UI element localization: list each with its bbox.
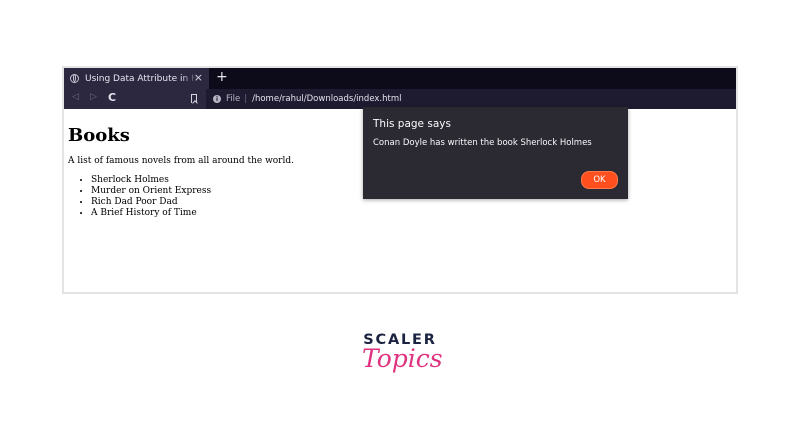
url-text[interactable]: /home/rahul/Downloads/index.html xyxy=(252,94,401,104)
list-item: A Brief History of Time xyxy=(91,208,736,219)
forward-button[interactable]: ▷ xyxy=(90,92,97,102)
url-scheme-label: File xyxy=(226,94,241,104)
address-bar[interactable]: i File | /home/rahul/Downloads/index.htm… xyxy=(206,89,736,109)
globe-icon xyxy=(70,74,79,83)
tab-close-icon[interactable]: × xyxy=(194,71,203,84)
browser-tab[interactable]: Using Data Attribute in HT × xyxy=(64,68,209,89)
url-separator: | xyxy=(244,94,248,104)
alert-dialog: This page says Conan Doyle has written t… xyxy=(363,107,628,199)
reload-icon[interactable]: C xyxy=(108,91,116,104)
ok-button[interactable]: OK xyxy=(581,171,618,189)
logo-topics-text: Topics xyxy=(362,344,443,373)
new-tab-button[interactable]: + xyxy=(216,69,228,85)
navigation-toolbar: ◁ ▷ C i File | /home/rahul/Downloads/ind… xyxy=(64,89,736,109)
dialog-title: This page says xyxy=(373,118,451,130)
tab-title: Using Data Attribute in HT xyxy=(85,73,198,84)
scaler-topics-logo: SCALER Topics xyxy=(360,332,443,392)
bookmark-icon[interactable] xyxy=(191,94,197,103)
back-button[interactable]: ◁ xyxy=(72,92,79,102)
tab-bar: Using Data Attribute in HT × + xyxy=(64,68,736,89)
dialog-message: Conan Doyle has written the book Sherloc… xyxy=(373,138,592,148)
info-icon[interactable]: i xyxy=(213,95,221,103)
